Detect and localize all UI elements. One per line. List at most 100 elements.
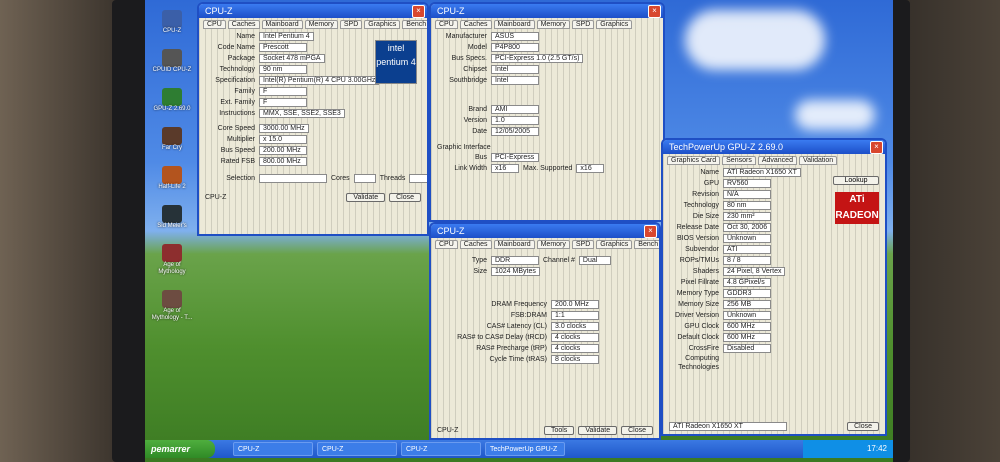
taskbar-task[interactable]: TechPowerUp GPU-Z <box>485 442 565 456</box>
tab[interactable]: Advanced <box>757 156 797 165</box>
validate-button[interactable]: Validate <box>578 426 618 435</box>
field-label: Date <box>472 128 487 135</box>
field-label: Name <box>236 33 255 40</box>
cores-label: Cores <box>331 175 350 182</box>
field-label: Southbridge <box>449 77 487 84</box>
taskbar-task[interactable]: CPU-Z <box>233 442 313 456</box>
close-button[interactable]: Close <box>847 422 879 431</box>
tab[interactable]: Caches <box>459 240 492 249</box>
link-width-label: Link Width <box>454 165 487 172</box>
field-value: Socket 478 mPGA <box>259 54 325 63</box>
size-value: 1024 MBytes <box>491 267 540 276</box>
cpuz-mainboard-tabs: CPU Caches Mainboard Memory SPD Graphics <box>431 18 663 31</box>
tab[interactable]: Memory <box>304 20 338 29</box>
tab[interactable]: Mainboard <box>493 20 535 29</box>
gpuz-titlebar[interactable]: TechPowerUp GPU-Z 2.69.0 <box>663 140 885 154</box>
field-value: 230 mm² <box>723 212 771 221</box>
field-label: Driver Version <box>675 312 719 319</box>
card-select-dropdown[interactable]: ATI Radeon X1650 XT <box>669 422 787 431</box>
desktop-icon-label: CPUID CPU-Z <box>152 67 192 73</box>
channel-label: Channel # <box>543 257 575 264</box>
field-value: 4 clocks <box>551 344 599 353</box>
desktop-icon-label: CPU-Z <box>162 28 182 34</box>
tab[interactable]: Memory <box>536 240 570 249</box>
cores-value <box>353 174 376 183</box>
field-row: Southbridge Intel <box>431 75 663 86</box>
desktop-icon[interactable]: Half-Life 2 <box>147 166 197 191</box>
desktop-icon[interactable]: GPU-Z 2.69.0 <box>147 88 197 113</box>
desktop-icon-image <box>162 166 182 184</box>
field-row: Manufacturer ASUS <box>431 31 663 42</box>
field-label: Pixel Fillrate <box>680 279 719 286</box>
cpuz-selection-row: Selection Cores Threads <box>199 173 427 184</box>
field-row: Shaders 24 Pixel, 8 Vertex <box>663 266 885 277</box>
close-icon[interactable]: × <box>648 5 661 18</box>
desktop-icon-label: Sid Meier's <box>157 223 187 229</box>
tools-button[interactable]: Tools <box>543 426 575 435</box>
tab[interactable]: Memory <box>536 20 570 29</box>
tab[interactable]: Sensors <box>722 156 756 165</box>
field-label: Specification <box>215 77 255 84</box>
field-row: CrossFire Disabled <box>663 343 885 354</box>
cpuz-cpu-titlebar[interactable]: CPU-Z <box>199 4 427 18</box>
max-supported-label: Max. Supported <box>523 165 573 172</box>
cpuz-mainboard-titlebar[interactable]: CPU-Z <box>431 4 663 18</box>
start-button[interactable]: pemarrer <box>145 440 215 458</box>
memory-general-row: Type DDR Channel # Dual <box>431 255 659 266</box>
desktop-icon-label: Age of Mythology - T... <box>151 308 193 321</box>
desktop-icon[interactable]: Age of Mythology - T... <box>147 290 197 322</box>
close-icon[interactable]: × <box>412 5 425 18</box>
tab[interactable]: Caches <box>227 20 260 29</box>
field-row: ROPs/TMUs 8 / 8 <box>663 255 885 266</box>
field-row: Brand AMI <box>431 104 663 115</box>
tab[interactable]: SPD <box>339 20 363 29</box>
tab[interactable]: Validation <box>798 156 838 165</box>
tab[interactable]: Bench <box>402 20 427 29</box>
tab[interactable]: Mainboard <box>493 240 535 249</box>
field-label: BIOS Version <box>676 235 719 242</box>
size-label: Size <box>473 268 487 275</box>
selection-dropdown[interactable] <box>259 174 327 183</box>
gpuz-tabs: Graphics Card Sensors Advanced Validation <box>663 154 885 167</box>
taskbar-task[interactable]: CPU-Z <box>317 442 397 456</box>
tab[interactable]: Graphics <box>596 240 633 249</box>
tab[interactable]: SPD <box>571 20 595 29</box>
desktop-icon[interactable]: CPU-Z <box>147 10 197 35</box>
field-label: Instructions <box>219 110 255 117</box>
desktop-icon[interactable]: Age of Mythology <box>147 244 197 276</box>
tab[interactable]: CPU <box>435 240 458 249</box>
tab[interactable]: Graphics Card <box>667 156 721 165</box>
field-label: Release Date <box>676 224 719 231</box>
taskbar-task[interactable]: CPU-Z <box>401 442 481 456</box>
field-value: RV560 <box>723 179 771 188</box>
field-label: Cycle Time (tRAS) <box>489 356 547 363</box>
threads-value <box>409 174 427 183</box>
tab[interactable]: Bench <box>634 240 659 249</box>
field-value: F <box>259 87 307 96</box>
tab[interactable]: Graphics <box>364 20 401 29</box>
field-value: 4.8 GPixel/s <box>723 278 771 287</box>
desktop-icon[interactable]: Sid Meier's <box>147 205 197 230</box>
tab[interactable]: Graphics <box>596 20 633 29</box>
tab[interactable]: Caches <box>459 20 492 29</box>
close-icon[interactable]: × <box>870 141 883 154</box>
field-label: CrossFire <box>688 345 719 352</box>
close-button[interactable]: Close <box>621 426 653 435</box>
tab[interactable]: SPD <box>571 240 595 249</box>
desktop-icon[interactable]: Far Cry <box>147 127 197 152</box>
field-row: Memory Type GDDR3 <box>663 288 885 299</box>
type-label: Type <box>471 257 487 264</box>
tab[interactable]: Mainboard <box>261 20 303 29</box>
lookup-button[interactable]: Lookup <box>833 176 879 185</box>
close-icon[interactable]: × <box>644 225 657 238</box>
tab[interactable]: CPU <box>435 20 458 29</box>
close-button[interactable]: Close <box>389 193 421 202</box>
field-value: F <box>259 98 307 107</box>
cpuz-memory-titlebar[interactable]: CPU-Z <box>431 224 659 238</box>
field-label: Memory Size <box>678 301 719 308</box>
validate-button[interactable]: Validate <box>346 193 386 202</box>
tab[interactable]: CPU <box>203 20 226 29</box>
field-value: Disabled <box>723 344 771 353</box>
selection-label: Selection <box>226 175 255 182</box>
desktop-icon[interactable]: CPUID CPU-Z <box>147 49 197 74</box>
